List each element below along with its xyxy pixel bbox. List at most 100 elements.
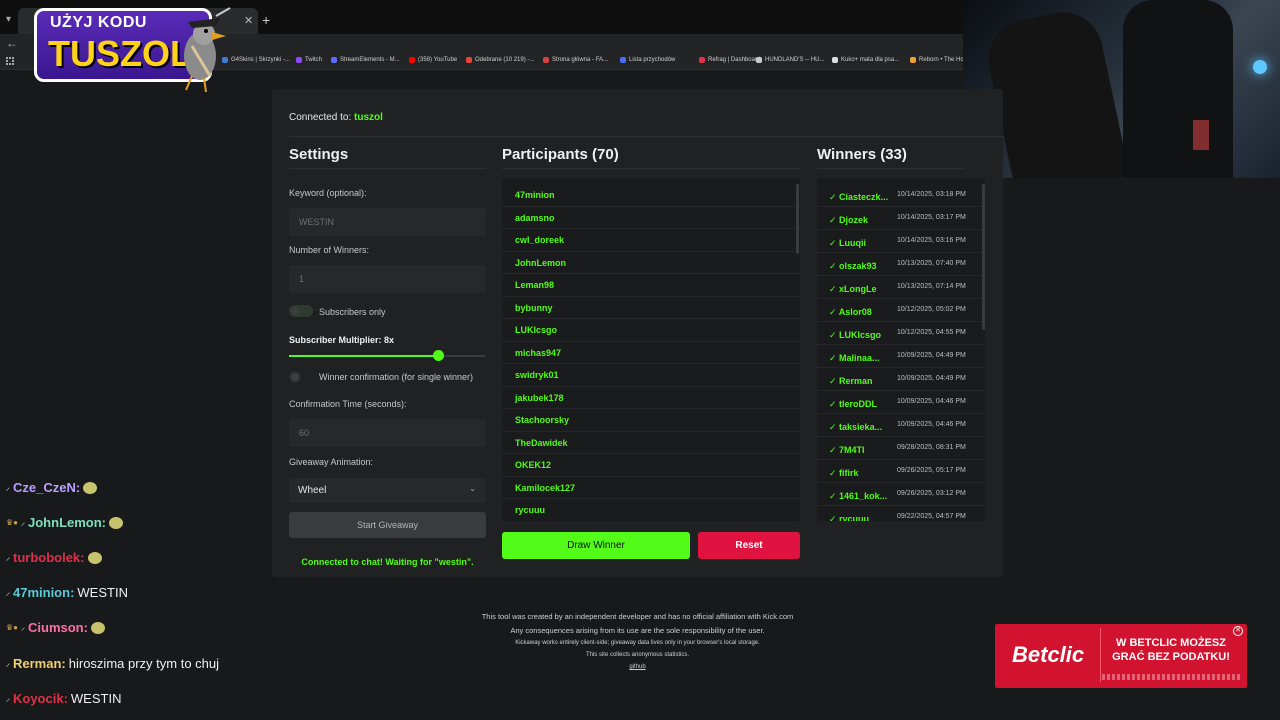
- bookmark-item[interactable]: Kuko+ mata dla psa...: [832, 57, 899, 63]
- emote-icon: [83, 481, 98, 494]
- background-object: [1193, 120, 1209, 150]
- winner-date: 09/28/2025, 08:31 PM: [897, 444, 966, 451]
- bookmark-favicon-icon: [699, 57, 705, 63]
- bookmark-item[interactable]: HUNDLAND'S -- HU...: [756, 57, 824, 63]
- animation-select-value: Wheel: [298, 485, 327, 496]
- tab-menu-icon[interactable]: ▾: [6, 14, 11, 25]
- start-giveaway-button[interactable]: Start Giveaway: [289, 512, 486, 538]
- winner-date: 10/09/2025, 04:46 PM: [897, 398, 966, 405]
- chat-text: WESTIN: [77, 585, 128, 600]
- bookmark-label: HUNDLAND'S -- HU...: [765, 57, 825, 63]
- keyword-input[interactable]: WESTIN: [289, 208, 486, 236]
- winner-name: ✓ Ciasteczk...: [829, 192, 889, 202]
- bookmark-label: Twitch: [305, 57, 323, 63]
- bookmark-label: Refrag | Dashboard: [708, 57, 761, 63]
- draw-winner-button[interactable]: Draw Winner: [502, 532, 690, 559]
- bookmark-item[interactable]: Odebrane (10 219) -...: [466, 57, 534, 63]
- pirate-bird-icon: [184, 7, 231, 92]
- participants-divider: [502, 168, 800, 169]
- winners-count-input[interactable]: 1: [289, 265, 486, 293]
- winner-date: 10/09/2025, 04:46 PM: [897, 421, 966, 428]
- animation-select[interactable]: Wheel ⌄: [289, 478, 486, 503]
- participant-row: cwl_doreek: [502, 229, 800, 252]
- participant-row: LUKIcsgo: [502, 319, 800, 342]
- reset-button[interactable]: Reset: [698, 532, 800, 559]
- subscriber-multiplier-label: Subscriber Multiplier: 8x: [289, 335, 395, 345]
- participant-row: michas947: [502, 342, 800, 364]
- winner-name: ✓ xLongLe: [829, 284, 877, 294]
- apps-grid-icon[interactable]: [6, 57, 14, 65]
- settings-divider: [289, 168, 486, 169]
- participant-row: 47minion: [502, 184, 800, 207]
- winner-name: ✓ fifirk: [829, 468, 859, 478]
- tab-close-icon[interactable]: ✕: [244, 14, 253, 27]
- kick-badge-icon: ⸝: [6, 588, 10, 597]
- bookmark-label: (358) YouTube: [418, 57, 458, 63]
- kick-badge-icon: ⸝: [21, 623, 26, 632]
- bookmark-item[interactable]: Lista przychodów: [620, 57, 675, 63]
- winner-date: 09/26/2025, 03:12 PM: [897, 490, 966, 497]
- winner-row: ✓ 1461_kok... 09/26/2025, 03:12 PM: [817, 483, 985, 506]
- bookmark-item[interactable]: (358) YouTube: [409, 57, 457, 63]
- crown-badge-icon: ♛●: [6, 623, 19, 632]
- webcam-overlay: [963, 0, 1280, 178]
- chat-username: Ciumson:: [28, 620, 88, 635]
- footer-disclaimer: This tool was created by an independent …: [481, 612, 794, 621]
- confirmation-time-input[interactable]: 60: [289, 419, 486, 447]
- winner-name: ✓ olszak93: [829, 261, 877, 271]
- multiplier-slider-track[interactable]: [289, 355, 485, 357]
- connection-status: Connected to: tuszol: [289, 112, 383, 123]
- chat-message: ⸝ Cze_CzeN:: [6, 480, 98, 495]
- multiplier-slider-thumb[interactable]: [432, 350, 444, 361]
- bookmark-item[interactable]: Twitch: [296, 57, 322, 63]
- new-tab-icon[interactable]: +: [262, 12, 270, 28]
- winner-name: ✓ Luuqii: [829, 238, 867, 248]
- ad-close-icon[interactable]: ✕: [1233, 626, 1243, 636]
- bookmark-item[interactable]: Strona główna - FA...: [543, 57, 608, 63]
- participants-scrollbar[interactable]: [796, 184, 799, 254]
- animation-label: Giveaway Animation:: [289, 457, 374, 467]
- participant-row: Leman98: [502, 274, 800, 297]
- participants-title: Participants (70): [502, 146, 619, 163]
- betclic-ad-text: W BETCLIC MOŻESZ GRAĆ BEZ PODATKU!: [1112, 637, 1230, 664]
- emote-icon: [87, 551, 102, 564]
- bookmark-favicon-icon: [409, 57, 415, 63]
- winner-row: ✓ rycuuu 09/22/2025, 04:57 PM: [817, 506, 985, 521]
- bookmark-label: G4Skins | Skrzynki -...: [231, 57, 290, 63]
- chat-message: ⸝ Koyocik: WESTIN: [6, 691, 121, 706]
- bookmark-item[interactable]: G4Skins | Skrzynki -...: [222, 57, 290, 63]
- bookmark-favicon-icon: [620, 57, 626, 63]
- bookmark-item[interactable]: Reborn • The Ho...: [910, 57, 969, 63]
- winner-confirmation-toggle[interactable]: [289, 371, 301, 383]
- participant-row: TheDawidek: [502, 432, 800, 454]
- bookmark-item[interactable]: Refrag | Dashboard: [699, 57, 760, 63]
- winner-row: ✓ Ciasteczk... 10/14/2025, 03:18 PM: [817, 184, 985, 207]
- winners-scrollbar[interactable]: [982, 184, 985, 330]
- bookmark-item[interactable]: StreamElements - M...: [331, 57, 400, 63]
- chat-message: ⸝ turbobolek:: [6, 550, 102, 565]
- chat-username: turbobolek:: [13, 550, 85, 565]
- participant-row: jakubek178: [502, 387, 800, 409]
- back-arrow-icon[interactable]: ←: [6, 36, 18, 50]
- chat-message: ♛● ⸝ JohnLemon:: [6, 515, 124, 530]
- participant-row: JohnLemon: [502, 252, 800, 274]
- chat-username: Rerman:: [13, 656, 66, 671]
- kick-badge-icon: ⸝: [21, 518, 26, 527]
- winner-row: ✓ olszak93 10/13/2025, 07:40 PM: [817, 253, 985, 276]
- chat-username: JohnLemon:: [28, 515, 107, 530]
- winner-date: 10/12/2025, 04:55 PM: [897, 329, 966, 336]
- ad-fine-print: [1102, 674, 1242, 680]
- chat-message: ⸝ Rerman: hiroszima przy tym to chuj: [6, 656, 219, 671]
- header-divider: [289, 136, 1003, 137]
- bookmark-favicon-icon: [910, 57, 916, 63]
- keyword-label: Keyword (optional):: [289, 188, 367, 198]
- streamer: [1123, 0, 1233, 178]
- chat-status-message: Connected to chat! Waiting for "westin".: [301, 557, 474, 567]
- bookmark-favicon-icon: [832, 57, 838, 63]
- subscribers-only-toggle[interactable]: [289, 305, 313, 317]
- winner-date: 10/13/2025, 07:14 PM: [897, 283, 966, 290]
- winner-name: ✓ tleroDDL: [829, 399, 878, 409]
- winner-name: ✓ taksieka...: [829, 422, 883, 432]
- winner-name: ✓ Djozek: [829, 215, 869, 225]
- chat-username: Cze_CzeN:: [13, 480, 81, 495]
